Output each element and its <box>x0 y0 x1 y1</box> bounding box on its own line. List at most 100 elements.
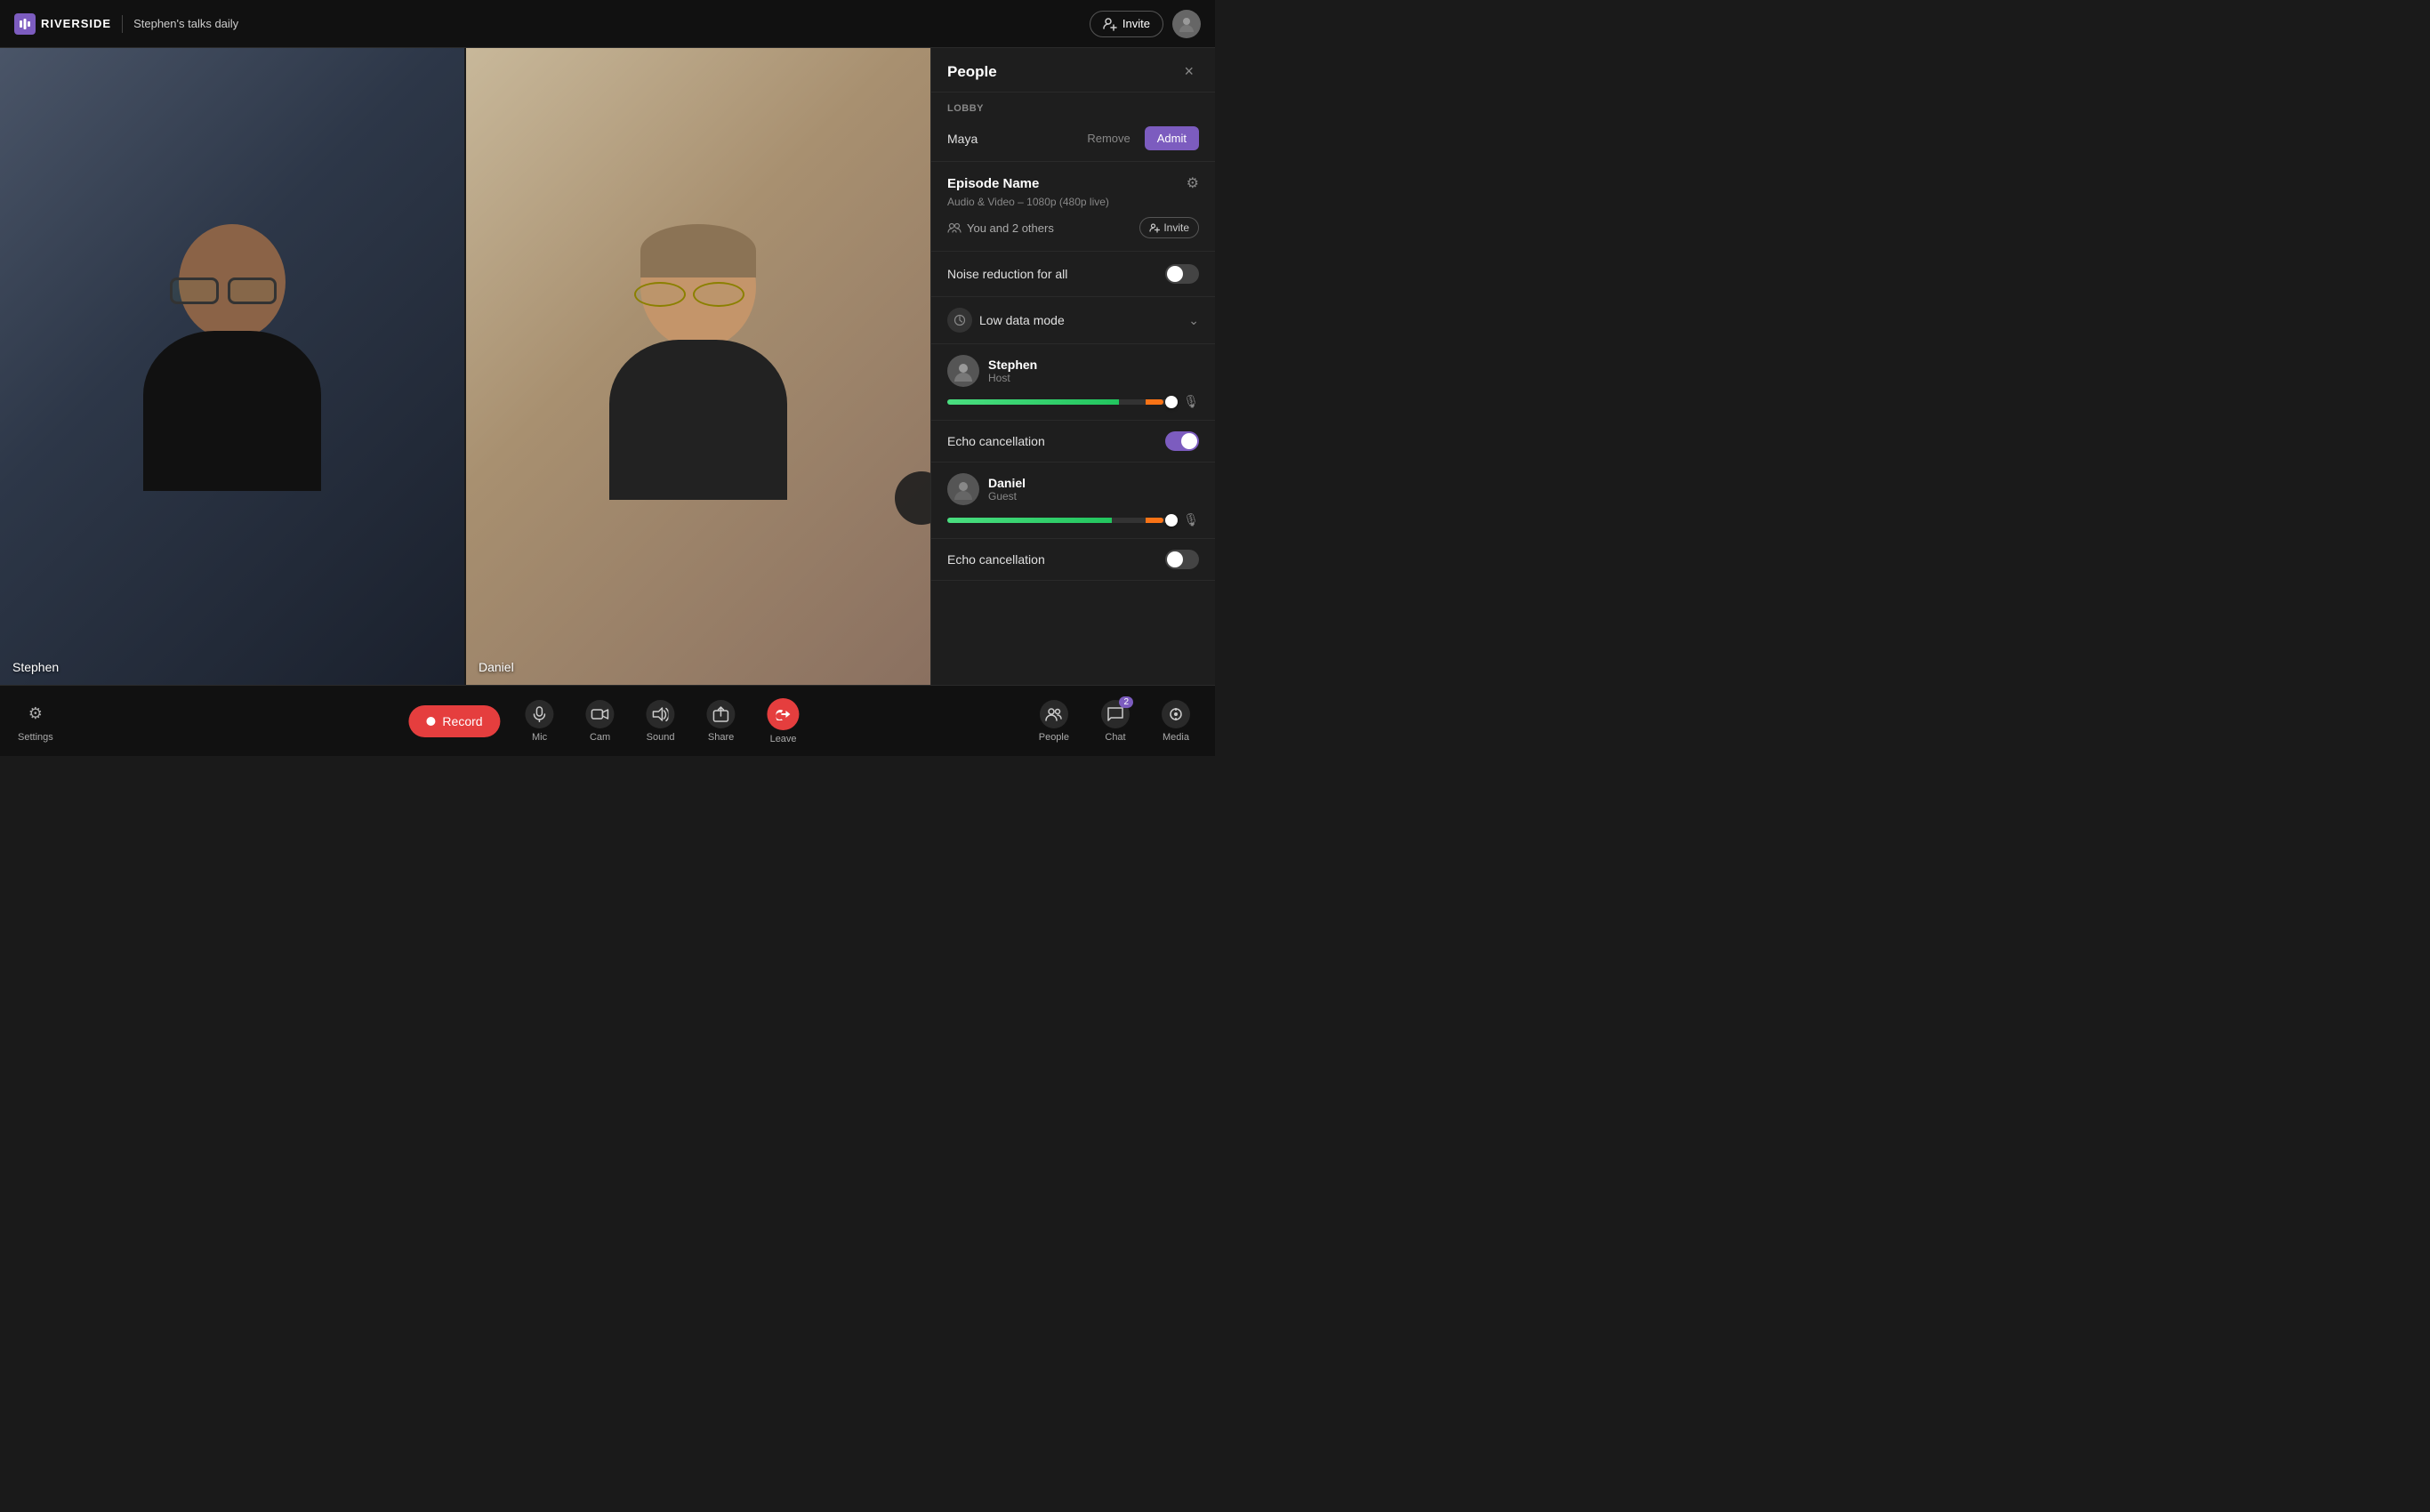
mic-label: Mic <box>532 732 547 743</box>
chat-icon-wrapper: 2 <box>1101 700 1130 728</box>
daniel-mic-icon[interactable]: 🎙 <box>1183 512 1199 527</box>
header-divider <box>122 15 123 33</box>
stephen-audio-bar: 🎙 <box>947 394 1199 409</box>
echo-cancellation-stephen-label: Echo cancellation <box>947 434 1045 448</box>
record-button[interactable]: Record <box>408 705 500 737</box>
audio-track-stephen[interactable] <box>947 399 1176 405</box>
stephen-label: Stephen <box>12 660 59 674</box>
people-button[interactable]: People <box>1032 695 1076 748</box>
stephen-avatar <box>947 355 979 387</box>
sound-button[interactable]: Sound <box>640 695 682 748</box>
media-button[interactable]: Media <box>1155 695 1197 748</box>
daniel-label: Daniel <box>479 660 514 674</box>
episode-meta: Audio & Video – 1080p (480p live) <box>947 196 1199 208</box>
audio-bar-orange-daniel <box>1146 518 1163 523</box>
gear-icon[interactable]: ⚙ <box>1187 174 1199 192</box>
viewers-row: You and 2 others Invite <box>947 217 1199 238</box>
participant-stephen-section: Stephen Host 🎙 <box>931 344 1215 421</box>
lobby-label: Lobby <box>947 103 1199 114</box>
daniel-name: Daniel <box>988 476 1026 490</box>
daniel-audio-bar: 🎙 <box>947 512 1199 527</box>
audio-track-daniel[interactable] <box>947 518 1176 523</box>
toolbar-right: People 2 Chat <box>1032 695 1197 748</box>
low-data-icon <box>947 308 972 333</box>
admit-button[interactable]: Admit <box>1145 126 1199 150</box>
participant-stephen-text: Stephen Host <box>988 358 1037 384</box>
record-label: Record <box>442 714 482 728</box>
low-data-label: Low data mode <box>979 313 1065 327</box>
participant-daniel-section: Daniel Guest 🎙 <box>931 462 1215 539</box>
echo-toggle-knob-daniel <box>1167 551 1183 567</box>
header: RIVERSIDE Stephen's talks daily Invite <box>0 0 1215 48</box>
echo-cancellation-stephen-toggle[interactable] <box>1165 431 1199 451</box>
toggle-knob <box>1167 266 1183 282</box>
video-bg-stephen <box>0 48 464 685</box>
invite-small-button[interactable]: Invite <box>1139 217 1199 238</box>
noise-reduction-section: Noise reduction for all <box>931 252 1215 297</box>
toolbar-center: Record Mic Cam <box>408 693 806 750</box>
audio-bar-green-stephen <box>947 399 1119 405</box>
chat-label: Chat <box>1105 732 1125 743</box>
invite-icon <box>1103 17 1117 31</box>
stephen-name: Stephen <box>988 358 1037 372</box>
daniel-role: Guest <box>988 490 1026 503</box>
header-left: RIVERSIDE Stephen's talks daily <box>14 13 238 35</box>
participants-count: You and 2 others <box>967 221 1054 235</box>
invite-label: Invite <box>1122 17 1150 30</box>
video-panel-stephen: Stephen <box>0 48 466 685</box>
logo-text: RIVERSIDE <box>41 17 111 30</box>
noise-reduction-toggle[interactable] <box>1165 264 1199 284</box>
echo-toggle-knob-stephen <box>1181 433 1197 449</box>
media-icon <box>1162 700 1190 728</box>
remove-button[interactable]: Remove <box>1080 128 1137 149</box>
chevron-down-icon: ⌄ <box>1188 313 1199 328</box>
media-label: Media <box>1163 732 1189 743</box>
leave-label: Leave <box>770 734 797 744</box>
main-container: Stephen <box>0 48 1215 685</box>
close-panel-button[interactable]: × <box>1179 60 1199 83</box>
lobby-person: Maya Remove Admit <box>947 123 1199 154</box>
settings-button[interactable]: ⚙ Settings <box>18 700 53 743</box>
chat-badge: 2 <box>1119 696 1133 708</box>
people-label: People <box>1039 732 1069 743</box>
logo: RIVERSIDE <box>14 13 111 35</box>
audio-thumb-stephen <box>1165 396 1178 408</box>
record-control: Record <box>408 705 500 737</box>
lobby-section: Lobby Maya Remove Admit <box>931 92 1215 162</box>
invite-button[interactable]: Invite <box>1090 11 1163 37</box>
settings-label: Settings <box>18 732 53 743</box>
stephen-role: Host <box>988 372 1037 384</box>
participant-daniel-text: Daniel Guest <box>988 476 1026 503</box>
audio-bar-orange-stephen <box>1146 399 1163 405</box>
echo-cancellation-stephen-section: Echo cancellation <box>931 421 1215 462</box>
daniel-avatar <box>947 473 979 505</box>
stephen-mic-icon[interactable]: 🎙 <box>1183 394 1199 409</box>
share-icon <box>707 700 736 728</box>
echo-cancellation-daniel-label: Echo cancellation <box>947 552 1045 567</box>
lobby-actions: Remove Admit <box>1080 126 1199 150</box>
chat-button[interactable]: 2 Chat <box>1094 695 1137 748</box>
episode-section: Episode Name ⚙ Audio & Video – 1080p (48… <box>931 162 1215 252</box>
share-label: Share <box>708 732 734 743</box>
panel-header: People × <box>931 48 1215 92</box>
cam-button[interactable]: Cam <box>579 695 622 748</box>
mic-icon <box>526 700 554 728</box>
audio-thumb-daniel <box>1165 514 1178 527</box>
video-panel-daniel: Daniel <box>466 48 930 685</box>
invite-small-label: Invite <box>1163 221 1189 234</box>
settings-icon: ⚙ <box>21 700 50 728</box>
echo-cancellation-daniel-toggle[interactable] <box>1165 550 1199 569</box>
people-icon <box>1040 700 1068 728</box>
noise-reduction-label: Noise reduction for all <box>947 267 1067 281</box>
audio-bar-green-daniel <box>947 518 1112 523</box>
participant-daniel-info: Daniel Guest <box>947 473 1199 505</box>
header-right: Invite <box>1090 10 1201 38</box>
cam-label: Cam <box>590 732 610 743</box>
leave-button[interactable]: Leave <box>760 693 807 750</box>
toolbar: ⚙ Settings Record Mic <box>0 685 1215 756</box>
low-data-section[interactable]: Low data mode ⌄ <box>931 297 1215 344</box>
video-area: Stephen <box>0 48 930 685</box>
sound-icon <box>647 700 675 728</box>
mic-button[interactable]: Mic <box>519 695 561 748</box>
share-button[interactable]: Share <box>700 695 743 748</box>
